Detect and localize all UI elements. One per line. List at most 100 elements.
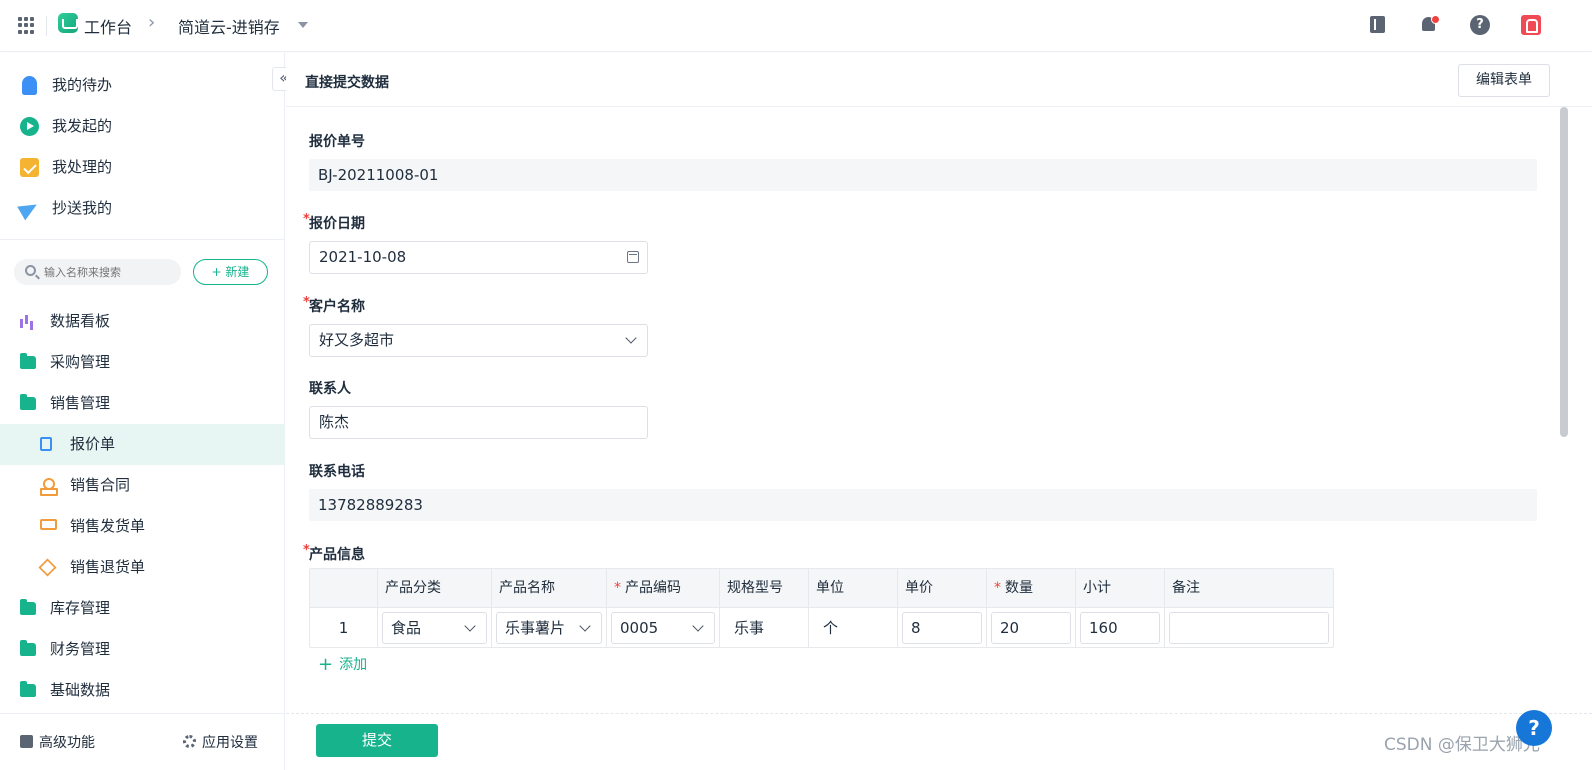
contact-input[interactable]: 陈杰 (309, 406, 648, 439)
gear-icon (183, 735, 196, 748)
add-row-button[interactable]: + 添加 (318, 654, 367, 675)
note-input[interactable] (1169, 612, 1329, 644)
name-cell: 乐事薯片 (492, 608, 607, 647)
sidebar-search[interactable] (14, 259, 181, 285)
calendar-icon[interactable] (627, 251, 639, 263)
folder-icon (20, 394, 36, 410)
date-input[interactable]: 2021-10-08 (309, 241, 648, 274)
tree-label: 销售发货单 (70, 517, 146, 535)
breadcrumb-app[interactable]: 简道云-进销存 (178, 14, 280, 38)
column-header: 产品分类 (378, 569, 492, 607)
cube-icon (20, 735, 33, 748)
price-input[interactable]: 8 (902, 612, 982, 644)
notification-bell-icon[interactable] (1419, 15, 1440, 35)
tree-item-quotation[interactable]: 报价单 (0, 424, 285, 465)
code-cell: 0005 (607, 608, 720, 647)
check-box-icon (20, 158, 39, 177)
field-label: 联系人 (309, 381, 351, 397)
column-header: 单位 (809, 569, 898, 607)
contact-value: 陈杰 (319, 413, 350, 431)
nav-label: 抄送我的 (52, 199, 113, 217)
new-button[interactable]: + 新建 (193, 259, 268, 285)
paper-plane-icon (17, 197, 41, 221)
breadcrumb-home[interactable]: 工作台 (84, 14, 132, 38)
apps-grid-icon[interactable] (18, 17, 35, 34)
search-input[interactable] (44, 259, 174, 285)
nav-label: 我发起的 (52, 117, 113, 135)
sidebar: 我的待办 我发起的 我处理的 抄送我的 + 新建 数据看板 采购管理 销售管理 … (0, 53, 285, 770)
submit-button[interactable]: 提交 (316, 724, 438, 757)
tree-item-dashboard[interactable]: 数据看板 (0, 301, 285, 342)
nav-my-todo[interactable]: 我的待办 (0, 65, 285, 106)
category-select[interactable]: 食品 (382, 612, 487, 644)
nav-label: 我处理的 (52, 158, 113, 176)
edit-form-button[interactable]: 编辑表单 (1458, 64, 1550, 97)
nav-my-initiated[interactable]: 我发起的 (0, 106, 285, 147)
column-header-wrap: * 数量 (987, 569, 1076, 607)
form-header: 直接提交数据 编辑表单 (286, 53, 1592, 107)
product-name-value: 乐事薯片 (505, 619, 566, 637)
folder-icon (20, 681, 36, 697)
row-index: 1 (310, 608, 378, 647)
advanced-features-button[interactable]: 高级功能 (20, 732, 95, 752)
avatar-icon[interactable] (1521, 15, 1541, 35)
nav-label: 我的待办 (52, 76, 113, 94)
field-label-wrap: * 报价日期 (303, 212, 648, 233)
tree-item-delivery[interactable]: 销售发货单 (0, 506, 285, 547)
column-header: 产品名称 (492, 569, 607, 607)
tree-label: 采购管理 (50, 353, 111, 371)
tree-label: 销售合同 (70, 476, 131, 494)
field-label: 客户名称 (309, 299, 365, 315)
field-products: * 产品信息 (303, 543, 365, 564)
settings-label: 应用设置 (202, 735, 258, 751)
app-settings-button[interactable]: 应用设置 (183, 732, 258, 752)
help-icon[interactable]: ? (1470, 15, 1490, 35)
chevron-down-icon (464, 620, 476, 632)
tree-item-sales-contract[interactable]: 销售合同 (0, 465, 285, 506)
required-mark: * (303, 543, 310, 558)
column-header: 单价 (898, 569, 987, 607)
subtotal-input[interactable]: 160 (1080, 612, 1160, 644)
form-title: 直接提交数据 (305, 75, 389, 91)
book-icon[interactable] (1368, 15, 1388, 35)
column-header: 规格型号 (720, 569, 809, 607)
price-cell: 8 (898, 608, 987, 647)
quote-no-value: BJ-20211008-01 (309, 159, 1537, 191)
field-label-wrap: * 产品信息 (303, 543, 365, 564)
tree-item-return[interactable]: 销售退货单 (0, 547, 285, 588)
tree-item-basic-data[interactable]: 基础数据 (0, 670, 285, 711)
tree-item-sales[interactable]: 销售管理 (0, 383, 285, 424)
product-name-select[interactable]: 乐事薯片 (496, 612, 602, 644)
column-header: 数量 (1005, 580, 1033, 596)
folder-icon (20, 353, 36, 369)
chevron-right-icon: › (148, 12, 156, 33)
product-code-select[interactable]: 0005 (611, 612, 715, 644)
spec-cell: 乐事 (720, 608, 809, 647)
phone-value: 13782889283 (309, 489, 1537, 521)
required-mark: * (614, 580, 621, 596)
subtotal-cell: 160 (1076, 608, 1165, 647)
help-fab-icon[interactable]: ? (1516, 710, 1552, 746)
customer-select[interactable]: 好又多超市 (309, 324, 648, 357)
field-phone: 联系电话 13782889283 (309, 461, 1537, 521)
note-cell (1165, 608, 1333, 647)
chevron-down-icon (625, 332, 637, 344)
top-bar: 工作台 › 简道云-进销存 ? (0, 0, 1592, 52)
quantity-input[interactable]: 20 (991, 612, 1071, 644)
product-code-value: 0005 (620, 619, 659, 637)
table-header: 产品分类 产品名称 * 产品编码 规格型号 单位 单价 * 数量 小计 备注 (310, 569, 1333, 607)
field-label: 报价单号 (309, 134, 365, 150)
nav-cc-me[interactable]: 抄送我的 (0, 188, 285, 229)
table-row: 1 食品 乐事薯片 0005 乐事 个 8 20 160 (310, 607, 1333, 647)
customer-value: 好又多超市 (319, 331, 395, 349)
scrollbar[interactable] (1560, 107, 1568, 437)
tree-item-purchase[interactable]: 采购管理 (0, 342, 285, 383)
caret-down-icon[interactable] (298, 22, 308, 28)
nav-my-handled[interactable]: 我处理的 (0, 147, 285, 188)
tree-item-inventory[interactable]: 库存管理 (0, 588, 285, 629)
workbench-logo-icon[interactable] (58, 13, 78, 33)
bar-chart-icon (20, 315, 36, 328)
required-mark: * (303, 212, 310, 227)
folder-icon (20, 599, 36, 615)
tree-item-finance[interactable]: 财务管理 (0, 629, 285, 670)
